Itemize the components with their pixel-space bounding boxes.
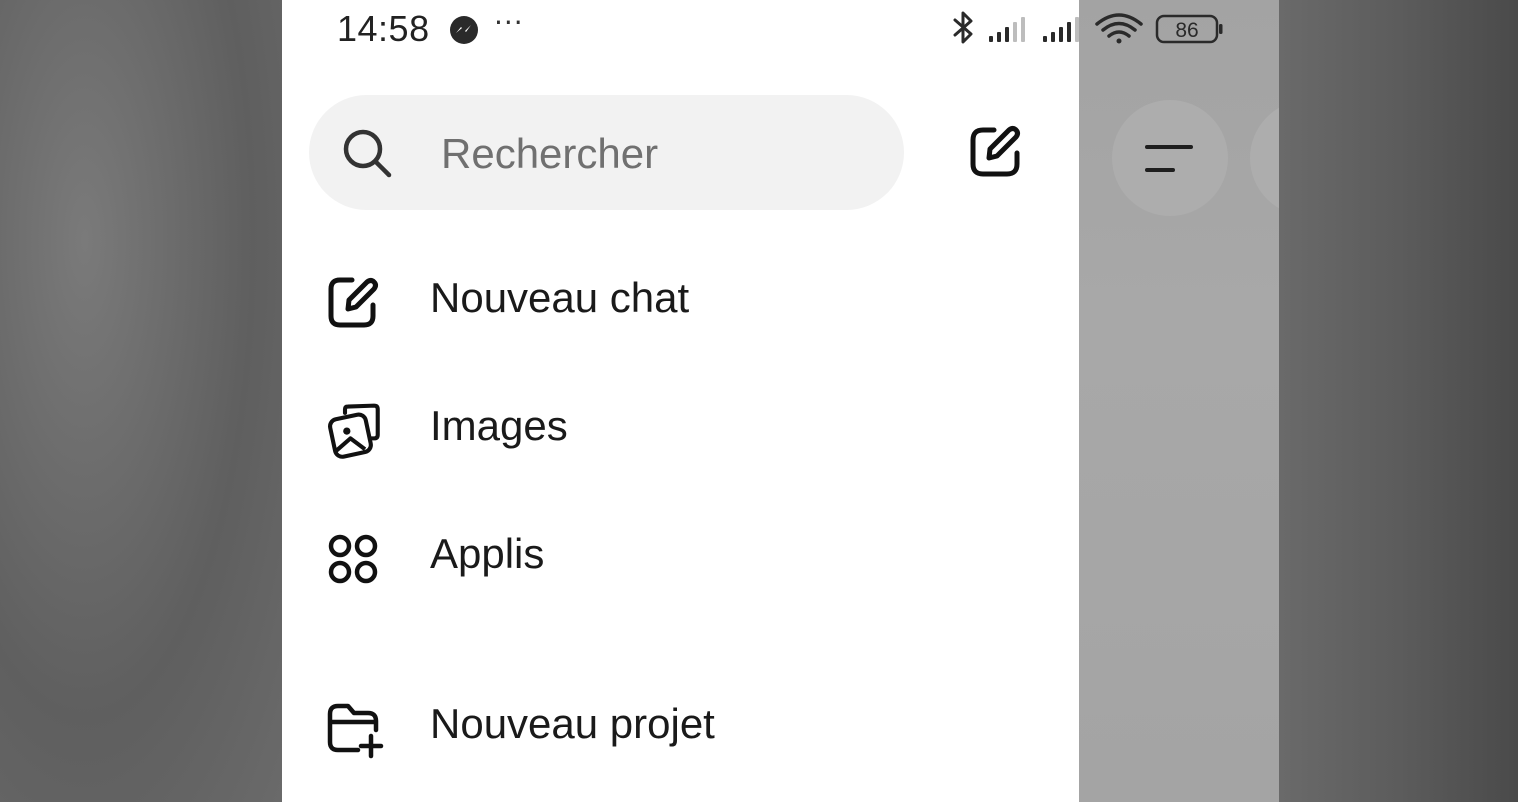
search-input[interactable]: [439, 123, 863, 185]
wifi-icon: [1095, 13, 1143, 44]
battery-level: 86: [1175, 19, 1198, 42]
apps-icon: [328, 534, 378, 584]
menu-item-label: Nouveau chat: [430, 274, 690, 321]
menu-bar-2: [1145, 168, 1175, 172]
menu-item-label: Nouveau projet: [430, 700, 715, 747]
menu-item-new-project[interactable]: Nouveau projet: [322, 688, 1022, 768]
edit-icon: [328, 277, 378, 328]
more-notifications-icon: ···: [494, 6, 524, 39]
background-right: [1279, 0, 1518, 802]
compose-icon[interactable]: [967, 124, 1023, 180]
messenger-icon: [450, 16, 478, 44]
bluetooth-icon: [953, 11, 973, 44]
folder-add-icon: [327, 703, 384, 759]
menu-item-images[interactable]: Images: [322, 390, 1022, 470]
search-bar[interactable]: [309, 95, 904, 210]
signal-icon-2: [1043, 17, 1079, 42]
menu-button[interactable]: [1112, 100, 1228, 216]
battery-icon: 86: [1155, 14, 1223, 44]
navigation-drawer: 14:58 ··· 86 Rechercher Nouveau chat Ima…: [282, 0, 1223, 802]
status-time: 14:58: [337, 8, 430, 49]
menu-item-new-chat[interactable]: Nouveau chat: [322, 262, 1022, 342]
menu-item-apps[interactable]: Applis: [322, 518, 1022, 598]
background-left: [0, 0, 282, 802]
status-icons: 86: [953, 11, 1223, 44]
menu-item-label: Applis: [430, 530, 545, 577]
search-icon: [343, 129, 392, 178]
signal-icon-1: [989, 17, 1025, 42]
images-icon: [328, 403, 380, 459]
phone-screen: 14:58 ··· 86 Rechercher Nouveau chat Ima…: [282, 0, 1279, 802]
menu-bar-1: [1145, 145, 1193, 149]
menu-item-label: Images: [430, 402, 568, 449]
